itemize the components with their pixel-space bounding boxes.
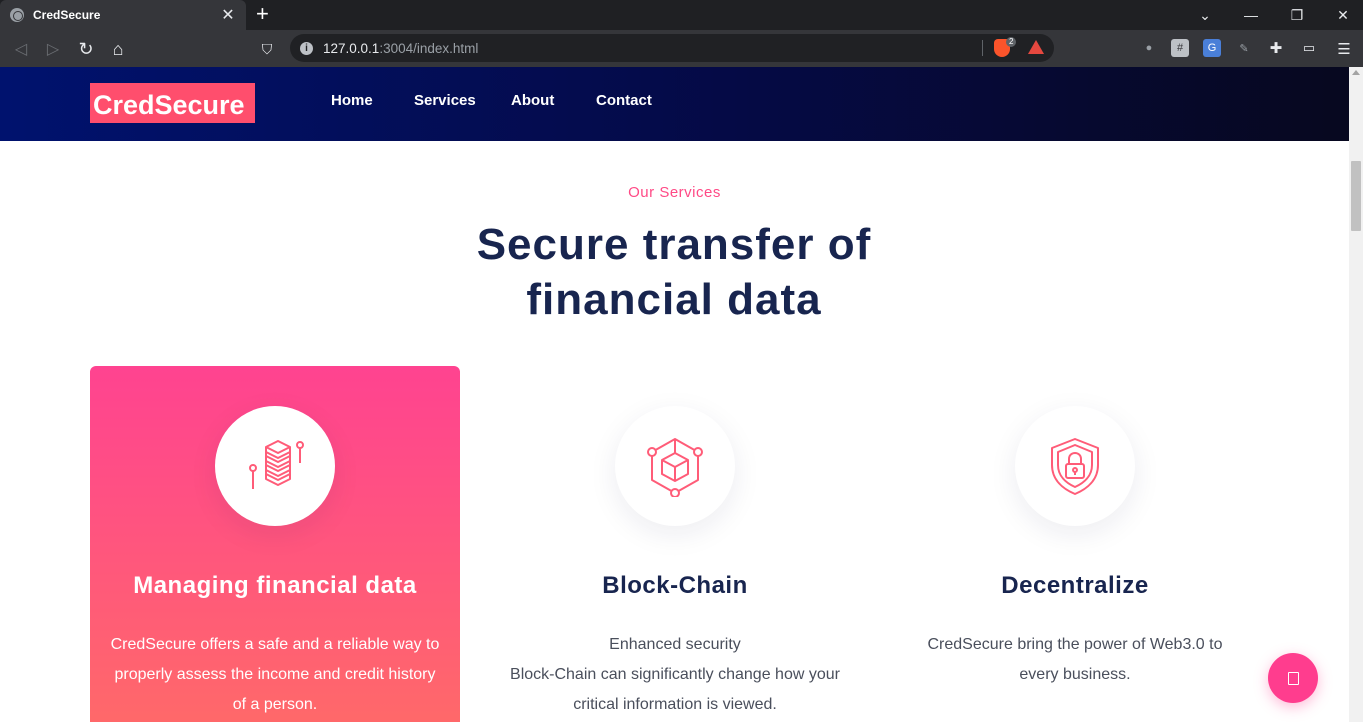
shield-lock-icon: [1051, 438, 1099, 495]
service-card-blockchain[interactable]: Block-Chain Enhanced security Block-Chai…: [490, 366, 860, 722]
extensions-puzzle-icon[interactable]: ✚: [1267, 39, 1285, 57]
reload-button[interactable]: ↻: [75, 38, 97, 60]
menu-icon[interactable]: ☰: [1333, 38, 1355, 60]
shields-count-badge: 2: [1006, 37, 1017, 47]
service-card-managing-data[interactable]: Managing financial data CredSecure offer…: [90, 366, 460, 722]
globe-icon: [10, 8, 24, 22]
restore-button[interactable]: ❐: [1274, 0, 1320, 30]
service-description-line: Enhanced security: [609, 636, 741, 653]
extension-icon[interactable]: #: [1171, 39, 1189, 57]
blockchain-cube-icon: [647, 438, 703, 497]
pen-extension-icon[interactable]: ✎: [1235, 39, 1253, 57]
service-card-decentralize[interactable]: Decentralize CredSecure bring the power …: [890, 366, 1260, 722]
nav-home-link[interactable]: Home: [331, 92, 373, 109]
service-icon-circle: [615, 406, 735, 526]
close-window-button[interactable]: ✕: [1320, 0, 1363, 30]
new-tab-button[interactable]: +: [256, 3, 269, 25]
headline-line-1: Secure transfer of: [476, 220, 872, 269]
omnibox-divider: [982, 40, 983, 56]
section-eyebrow: Our Services: [628, 184, 721, 201]
back-button[interactable]: ◁: [10, 38, 32, 60]
page-viewport: CredSecure Home Services About Contact O…: [0, 67, 1349, 722]
url-path: :3004/index.html: [379, 40, 479, 56]
translate-icon[interactable]: G: [1203, 39, 1221, 57]
service-description: CredSecure bring the power of Web3.0 to …: [927, 636, 1223, 683]
nav-services-link[interactable]: Services: [414, 92, 476, 109]
address-bar[interactable]: i 127.0.0.1:3004/index.html 2: [290, 34, 1054, 62]
wallet-icon[interactable]: ▭: [1300, 39, 1318, 57]
tab-close-icon[interactable]: ✕: [220, 5, 236, 25]
forward-button[interactable]: ▷: [42, 38, 64, 60]
service-title: Block-Chain: [602, 572, 748, 599]
tab-search-button[interactable]: ⌄: [1182, 0, 1228, 30]
floating-action-button[interactable]: [1268, 653, 1318, 703]
tab-title: CredSecure: [33, 8, 101, 22]
brave-rewards-icon[interactable]: [1028, 40, 1044, 54]
stacked-data-icon: [249, 440, 304, 489]
scrollbar-thumb[interactable]: [1351, 161, 1361, 231]
service-icon-circle: [1015, 406, 1135, 526]
nav-about-link[interactable]: About: [511, 92, 554, 109]
service-description: Enhanced security Block-Chain can signif…: [508, 630, 842, 720]
fab-icon: [1287, 671, 1299, 685]
site-info-icon[interactable]: i: [300, 41, 313, 55]
service-icon-circle: [215, 406, 335, 526]
service-title: Decentralize: [1001, 572, 1149, 599]
page-scrollbar[interactable]: [1349, 67, 1363, 722]
browser-toolbar: ◁ ▷ ↻ ⌂ ⛉ i 127.0.0.1:3004/index.html 2 …: [0, 30, 1363, 67]
section-headline: Secure transfer of financial data: [424, 217, 924, 327]
minimize-button[interactable]: —: [1228, 0, 1274, 30]
scroll-up-arrow-icon[interactable]: [1352, 70, 1360, 75]
service-description: CredSecure offers a safe and a reliable …: [110, 636, 440, 713]
bookmark-icon[interactable]: ⛉: [256, 38, 278, 60]
browser-tab[interactable]: CredSecure ✕: [0, 0, 246, 30]
service-title: Managing financial data: [133, 572, 417, 599]
home-button[interactable]: ⌂: [107, 38, 129, 60]
site-header: CredSecure Home Services About Contact: [0, 67, 1349, 141]
headline-line-2: financial data: [526, 275, 822, 324]
service-description-line: Block-Chain can significantly change how…: [510, 666, 840, 713]
site-logo[interactable]: CredSecure: [90, 83, 255, 123]
browser-tab-bar: CredSecure ✕ + ⌄ — ❐ ✕: [0, 0, 1363, 30]
nav-contact-link[interactable]: Contact: [596, 92, 652, 109]
url-host: 127.0.0.1: [323, 40, 380, 56]
extension-icon[interactable]: ●: [1140, 39, 1158, 57]
